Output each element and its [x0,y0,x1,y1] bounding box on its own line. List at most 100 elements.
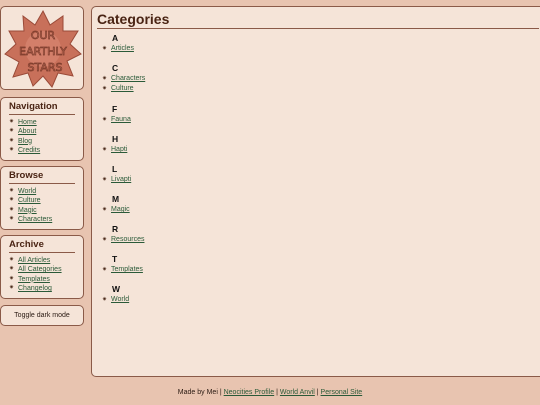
star-bullet-icon: ✷ [102,76,108,82]
category-item[interactable]: ✷ Culture [102,84,302,94]
category-link[interactable]: Hapti [111,146,127,153]
star-bullet-icon: ✷ [9,206,15,213]
archive-link[interactable]: Templates [18,276,50,283]
browse-link[interactable]: Characters [18,216,52,223]
category-link[interactable]: Templates [111,266,143,273]
star-bullet-icon: ✷ [102,237,108,243]
star-bullet-icon: ✷ [9,216,15,223]
star-bullet-icon: ✷ [9,197,15,204]
logo-line-1: OUR [31,29,56,42]
nav-link[interactable]: Home [18,119,37,126]
nav-item-home[interactable]: ✷ Home [9,118,77,127]
main-content-panel: Categories A ✷ Articles C ✷ Characters ✷ Cu… [91,6,540,377]
category-item[interactable]: ✷ Articles [102,44,302,54]
nav-item-credits[interactable]: ✷ Credits [9,146,77,155]
footer-separator: | [219,389,222,396]
category-item[interactable]: ✷ Livapti [102,175,302,185]
logo-line-3: STARS [28,61,63,74]
category-item[interactable]: ✷ Characters [102,74,302,84]
group-letter: R [112,224,119,234]
nav-link[interactable]: Credits [18,147,40,154]
category-item[interactable]: ✷ World [102,295,302,305]
category-link[interactable]: Articles [111,45,134,52]
footer-link-world-anvil[interactable]: World Anvil [280,389,315,396]
footer-link-personal-site[interactable]: Personal Site [321,389,363,396]
archive-link[interactable]: All Articles [18,257,50,264]
star-bullet-icon: ✷ [102,207,108,213]
archive-item-templates[interactable]: ✷ Templates [9,275,77,284]
star-bullet-icon: ✷ [102,297,108,303]
toggle-dark-mode-button[interactable]: Toggle dark mode [0,305,84,326]
star-bullet-icon: ✷ [102,147,108,153]
nav-item-about[interactable]: ✷ About [9,127,77,136]
footer-link-neocities[interactable]: Neocities Profile [224,389,275,396]
category-group-a: A ✷ Articles [102,33,302,54]
category-item[interactable]: ✷ Magic [102,205,302,215]
browse-heading: Browse [9,170,75,184]
footer-separator: | [316,389,319,396]
nav-link[interactable]: Blog [18,138,32,145]
browse-item-world[interactable]: ✷ World [9,187,77,196]
star-bullet-icon: ✷ [9,266,15,273]
nav-item-blog[interactable]: ✷ Blog [9,137,77,146]
logo-line-2: EARTHLY [19,45,67,58]
browse-link[interactable]: Magic [18,207,37,214]
star-bullet-icon: ✷ [102,117,108,123]
page-title: Categories [97,11,170,27]
star-bullet-icon: ✷ [9,275,15,282]
category-link[interactable]: World [111,296,129,303]
group-letter: H [112,134,119,144]
group-letter: T [112,254,118,264]
star-bullet-icon: ✷ [9,128,15,135]
archive-link[interactable]: Changelog [18,285,52,292]
group-letter: L [112,164,118,174]
archive-link[interactable]: All Categories [18,266,62,273]
category-group-l: L ✷ Livapti [102,164,302,185]
category-link[interactable]: Culture [111,85,134,92]
archive-list: ✷ All Articles ✷ All Categories ✷ Templates… [9,256,77,294]
category-group-t: T ✷ Templates [102,254,302,275]
category-link[interactable]: Magic [111,206,130,213]
navigation-panel: Navigation ✷ Home ✷ About ✷ Blog ✷ Credits [0,97,84,161]
category-item[interactable]: ✷ Hapti [102,145,302,155]
archive-item-all-articles[interactable]: ✷ All Articles [9,256,77,265]
group-letter: A [112,33,119,43]
archive-panel: Archive ✷ All Articles ✷ All Categories ✷ T… [0,235,84,299]
navigation-list: ✷ Home ✷ About ✷ Blog ✷ Credits [9,118,77,156]
category-link[interactable]: Characters [111,75,145,82]
category-link[interactable]: Resources [111,236,144,243]
star-bullet-icon: ✷ [9,285,15,292]
star-bullet-icon: ✷ [102,177,108,183]
star-bullet-icon: ✷ [9,188,15,194]
browse-item-magic[interactable]: ✷ Magic [9,206,77,215]
browse-item-culture[interactable]: ✷ Culture [9,196,77,205]
category-group-r: R ✷ Resources [102,224,302,245]
site-logo-panel[interactable]: OUR EARTHLY STARS [0,6,84,90]
category-group-c: C ✷ Characters ✷ Culture [102,63,302,94]
star-bullet-icon: ✷ [102,46,108,52]
footer: Made by Mei | Neocities Profile | World … [0,389,540,396]
star-bullet-icon: ✷ [9,137,15,144]
category-group-w: W ✷ World [102,284,302,305]
category-item[interactable]: ✷ Resources [102,235,302,245]
group-letter: M [112,194,120,204]
archive-item-all-categories[interactable]: ✷ All Categories [9,265,77,274]
star-logo-icon: OUR EARTHLY STARS [4,9,82,88]
category-link[interactable]: Fauna [111,116,131,123]
browse-link[interactable]: Culture [18,197,41,204]
archive-item-changelog[interactable]: ✷ Changelog [9,284,77,293]
browse-link[interactable]: World [18,188,36,195]
footer-credit: Made by Mei [177,389,218,396]
nav-link[interactable]: About [18,128,36,135]
navigation-heading: Navigation [9,101,75,115]
category-link[interactable]: Livapti [111,176,131,183]
group-letter: W [112,284,121,294]
category-item[interactable]: ✷ Templates [102,265,302,275]
browse-item-characters[interactable]: ✷ Characters [9,215,77,224]
browse-list: ✷ World ✷ Culture ✷ Magic ✷ Characters [9,187,77,225]
star-bullet-icon: ✷ [9,147,15,154]
group-letter: C [112,63,119,73]
archive-heading: Archive [9,239,75,253]
category-item[interactable]: ✷ Fauna [102,115,302,125]
star-bullet-icon: ✷ [9,119,15,125]
